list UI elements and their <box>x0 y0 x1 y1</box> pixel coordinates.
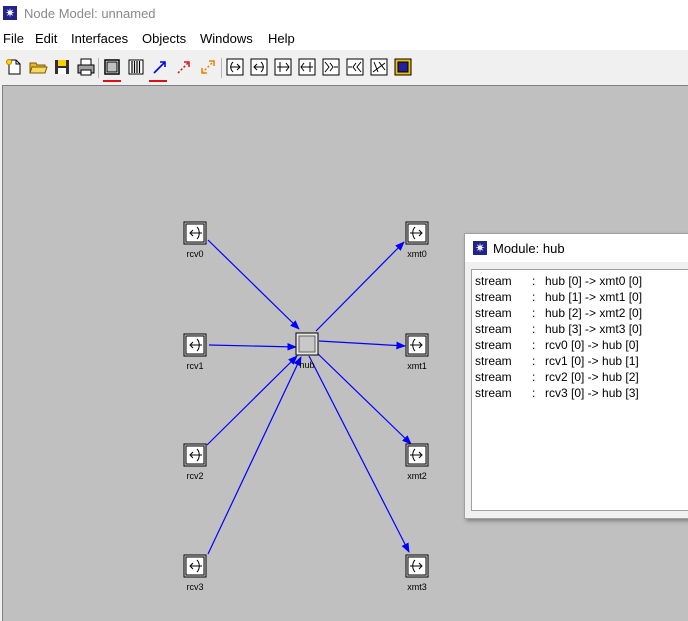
stream-rcv3-hub[interactable] <box>207 356 302 555</box>
stat-wire-icon[interactable] <box>174 57 194 77</box>
active-tool-underline <box>149 80 167 82</box>
transmitter-icon <box>405 333 429 357</box>
menu-help[interactable]: Help <box>268 31 295 46</box>
menu-file[interactable]: File <box>3 31 24 46</box>
opnet-star-icon: ✷ <box>473 241 487 255</box>
node-rcv0[interactable] <box>183 221 207 245</box>
stream-rcv0-hub[interactable] <box>207 239 300 330</box>
bus-receiver-icon[interactable] <box>297 57 317 77</box>
stream-hub-xmt0[interactable] <box>315 241 405 332</box>
node-label-rcv0: rcv0 <box>186 249 204 259</box>
active-tool-underline <box>103 80 121 82</box>
node-xmt0[interactable] <box>405 221 429 245</box>
node-label-rcv2: rcv2 <box>186 471 204 481</box>
radio-transmitter-icon[interactable] <box>321 57 341 77</box>
node-xmt1[interactable] <box>405 333 429 357</box>
radio-receiver-icon[interactable] <box>345 57 365 77</box>
node-label-xmt3: xmt3 <box>407 582 427 592</box>
toolbar <box>0 54 688 82</box>
node-rcv2[interactable] <box>183 443 207 467</box>
stream-bus-icon[interactable] <box>126 57 146 77</box>
menu-interfaces[interactable]: Interfaces <box>71 31 128 46</box>
node-xmt3[interactable] <box>405 554 429 578</box>
window-title: Node Model: unnamed <box>24 6 156 21</box>
save-icon[interactable] <box>52 57 72 77</box>
menu-bar: File Edit Interfaces Objects Windows Hel… <box>0 28 688 50</box>
dialog-title: Module: hub <box>493 241 565 256</box>
node-rcv1[interactable] <box>183 333 207 357</box>
receiver-icon <box>183 333 207 357</box>
module-info-dialog[interactable]: ✷ Module: hub stream: hub [0] -> xmt0 [0]… <box>464 233 688 519</box>
logical-tx-rx-icon[interactable] <box>198 57 218 77</box>
transmitter-icon <box>405 443 429 467</box>
menu-edit[interactable]: Edit <box>35 31 57 46</box>
processor-module-icon <box>295 332 319 356</box>
stream-rcv1-hub[interactable] <box>208 342 297 351</box>
dialog-title-bar[interactable]: ✷ Module: hub <box>465 234 688 262</box>
node-label-rcv3: rcv3 <box>186 582 204 592</box>
node-rcv3[interactable] <box>183 554 207 578</box>
antenna-icon[interactable] <box>369 57 389 77</box>
bus-transmitter-icon[interactable] <box>273 57 293 77</box>
new-icon[interactable] <box>4 57 24 77</box>
packet-stream-icon[interactable] <box>150 57 170 77</box>
node-label-xmt0: xmt0 <box>407 249 427 259</box>
node-label-xmt1: xmt1 <box>407 361 427 371</box>
toolbar-separator <box>221 58 222 78</box>
external-system-icon[interactable] <box>393 57 413 77</box>
menu-windows[interactable]: Windows <box>200 31 253 46</box>
receiver-icon <box>183 221 207 245</box>
opnet-star-icon: ✷ <box>3 6 17 20</box>
stream-rcv2-hub[interactable] <box>206 355 298 446</box>
stream-hub-xmt1[interactable] <box>318 340 406 350</box>
node-xmt2[interactable] <box>405 443 429 467</box>
stream-hub-xmt3[interactable] <box>308 355 410 553</box>
stream-list[interactable]: stream: hub [0] -> xmt0 [0] stream: hub [1… <box>471 269 688 511</box>
transmitter-icon[interactable] <box>225 57 245 77</box>
node-label-hub: hub <box>299 360 315 370</box>
print-icon[interactable] <box>76 57 96 77</box>
menu-objects[interactable]: Objects <box>142 31 186 46</box>
node-label-xmt2: xmt2 <box>407 471 427 481</box>
receiver-icon <box>183 443 207 467</box>
transmitter-icon <box>405 554 429 578</box>
transmitter-icon <box>405 221 429 245</box>
node-hub[interactable] <box>295 332 319 356</box>
receiver-icon <box>183 554 207 578</box>
module-icon[interactable] <box>102 57 122 77</box>
receiver-icon[interactable] <box>249 57 269 77</box>
toolbar-separator <box>98 58 99 78</box>
open-folder-icon[interactable] <box>28 57 48 77</box>
title-bar: ✷ Node Model: unnamed <box>0 0 688 28</box>
node-label-rcv1: rcv1 <box>186 361 204 371</box>
